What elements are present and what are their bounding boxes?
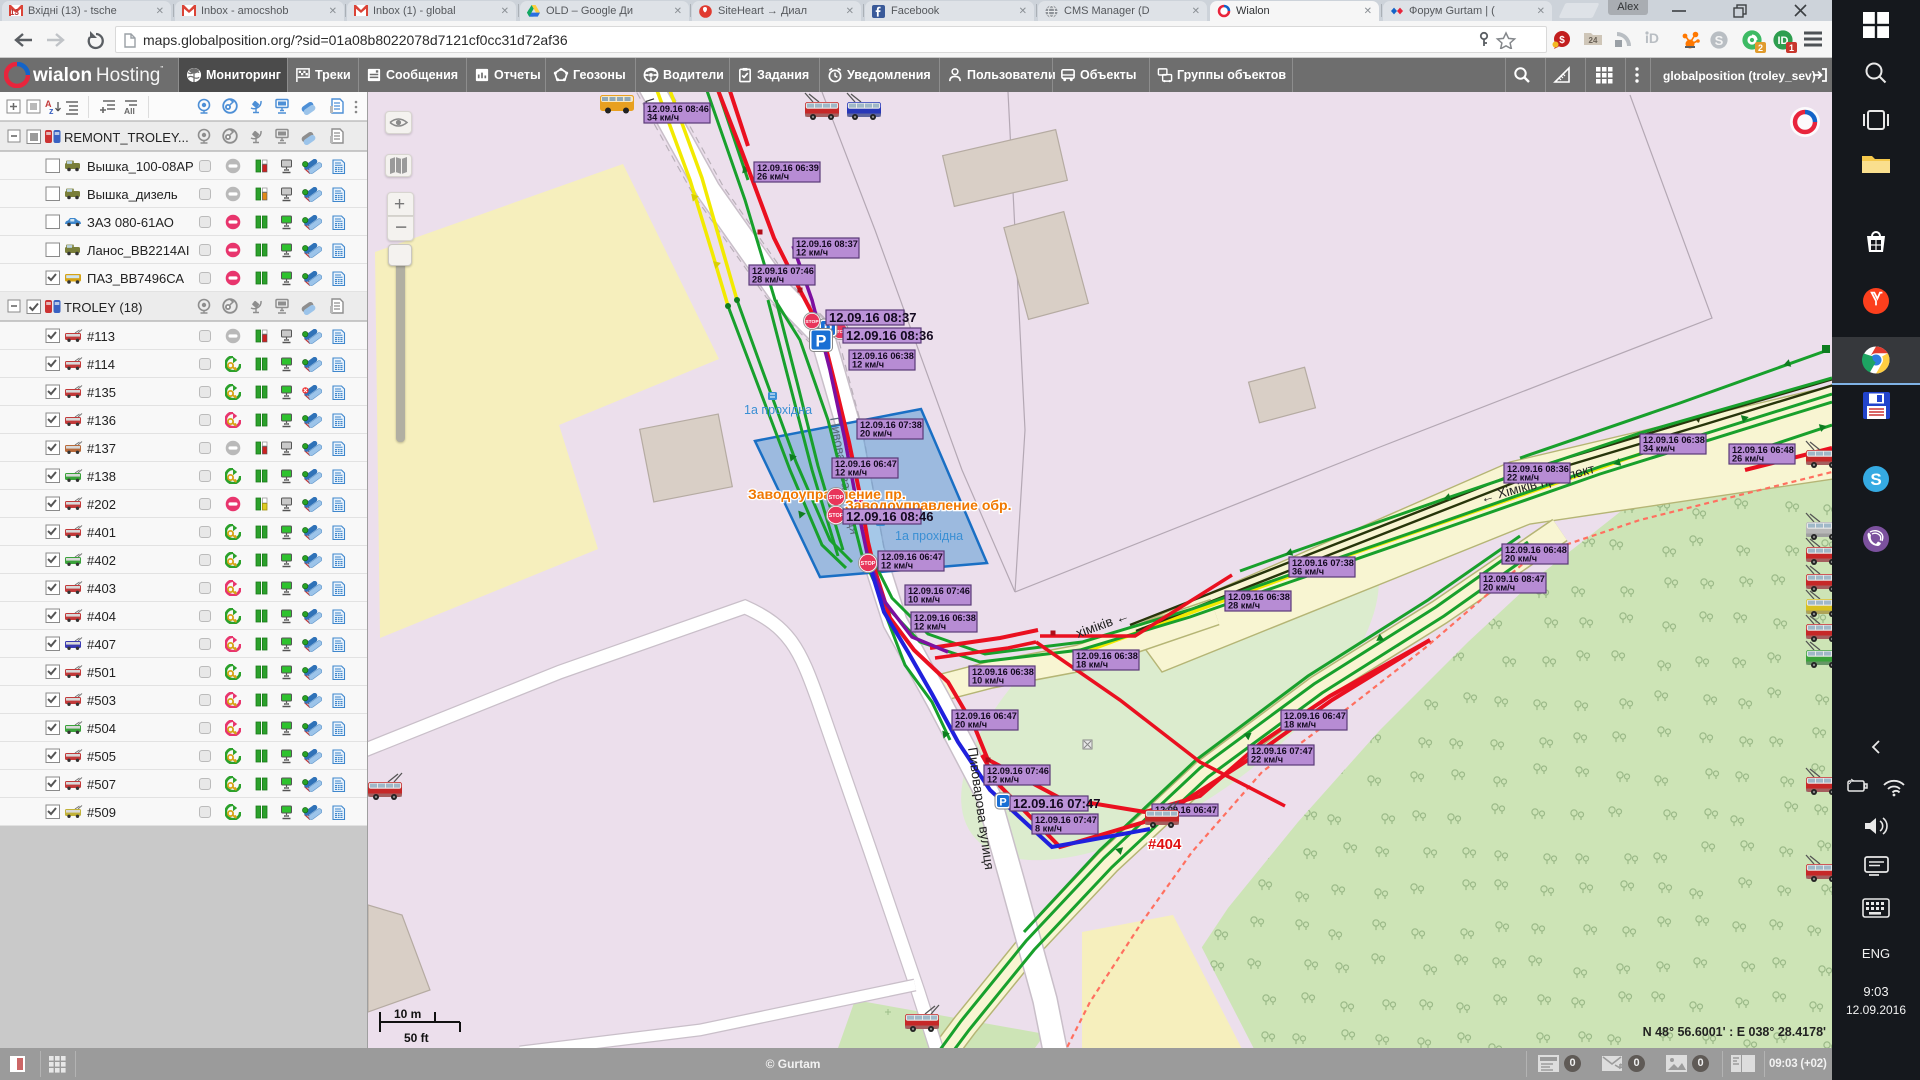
svg-text:8 км/ч: 8 км/ч	[1035, 824, 1062, 834]
svg-text:12.09.16 08:36: 12.09.16 08:36	[846, 328, 933, 343]
svg-text:28 км/ч: 28 км/ч	[752, 275, 784, 285]
svg-text:22 км/ч: 22 км/ч	[1507, 473, 1539, 483]
svg-text:26 км/ч: 26 км/ч	[1732, 454, 1764, 464]
svg-text:18 км/ч: 18 км/ч	[1284, 720, 1316, 730]
svg-text:1а прохідна: 1а прохідна	[744, 403, 812, 417]
svg-text:12 км/ч: 12 км/ч	[852, 360, 884, 370]
svg-text:10 км/ч: 10 км/ч	[972, 676, 1004, 686]
svg-text:1: 1	[1789, 43, 1794, 53]
svg-text:12 км/ч: 12 км/ч	[914, 622, 946, 632]
svg-text:22 км/ч: 22 км/ч	[1251, 755, 1283, 765]
svg-text:12 км/ч: 12 км/ч	[987, 775, 1019, 785]
svg-text:1а прохідна: 1а прохідна	[895, 529, 963, 543]
svg-text:20 км/ч: 20 км/ч	[860, 429, 892, 439]
svg-text:#404: #404	[1148, 836, 1182, 853]
svg-text:20 км/ч: 20 км/ч	[1483, 583, 1515, 593]
svg-text:P: P	[999, 796, 1006, 808]
svg-text:S: S	[1715, 33, 1724, 48]
svg-text:50 ft: 50 ft	[404, 1031, 429, 1045]
svg-text:12 км/ч: 12 км/ч	[835, 468, 867, 478]
svg-text:36 км/ч: 36 км/ч	[1292, 567, 1324, 577]
svg-text:S: S	[1870, 470, 1881, 489]
svg-text:28 км/ч: 28 км/ч	[1228, 601, 1260, 611]
svg-text:$: $	[1559, 35, 1565, 46]
svg-text:20 км/ч: 20 км/ч	[1505, 554, 1537, 564]
svg-text:STOP: STOP	[829, 513, 844, 519]
svg-text:10 км/ч: 10 км/ч	[908, 595, 940, 605]
svg-text:12 км/ч: 12 км/ч	[881, 561, 913, 571]
svg-text:12 км/ч: 12 км/ч	[796, 248, 828, 258]
svg-text:12.09.16 08:37: 12.09.16 08:37	[829, 310, 916, 325]
svg-text:P: P	[816, 333, 827, 351]
svg-text:24: 24	[1589, 36, 1598, 45]
svg-text:12.09.16 07:47: 12.09.16 07:47	[1013, 796, 1100, 811]
svg-text:2: 2	[1758, 43, 1763, 53]
svg-text:34 км/ч: 34 км/ч	[647, 113, 679, 123]
svg-text:18 км/ч: 18 км/ч	[1076, 660, 1108, 670]
svg-text:10 m: 10 m	[394, 1007, 421, 1021]
svg-text:20 км/ч: 20 км/ч	[955, 720, 987, 730]
svg-text:12.09.16 08:46: 12.09.16 08:46	[846, 509, 933, 524]
svg-text:STOP: STOP	[805, 319, 819, 325]
svg-text:34 км/ч: 34 км/ч	[1643, 444, 1675, 454]
svg-text:26 км/ч: 26 км/ч	[757, 172, 789, 182]
svg-text:N 48° 56.6001' : E 038° 28.417: N 48° 56.6001' : E 038° 28.4178'	[1643, 1025, 1826, 1039]
svg-text:STOP: STOP	[829, 495, 844, 501]
svg-text:STOP: STOP	[861, 561, 876, 567]
